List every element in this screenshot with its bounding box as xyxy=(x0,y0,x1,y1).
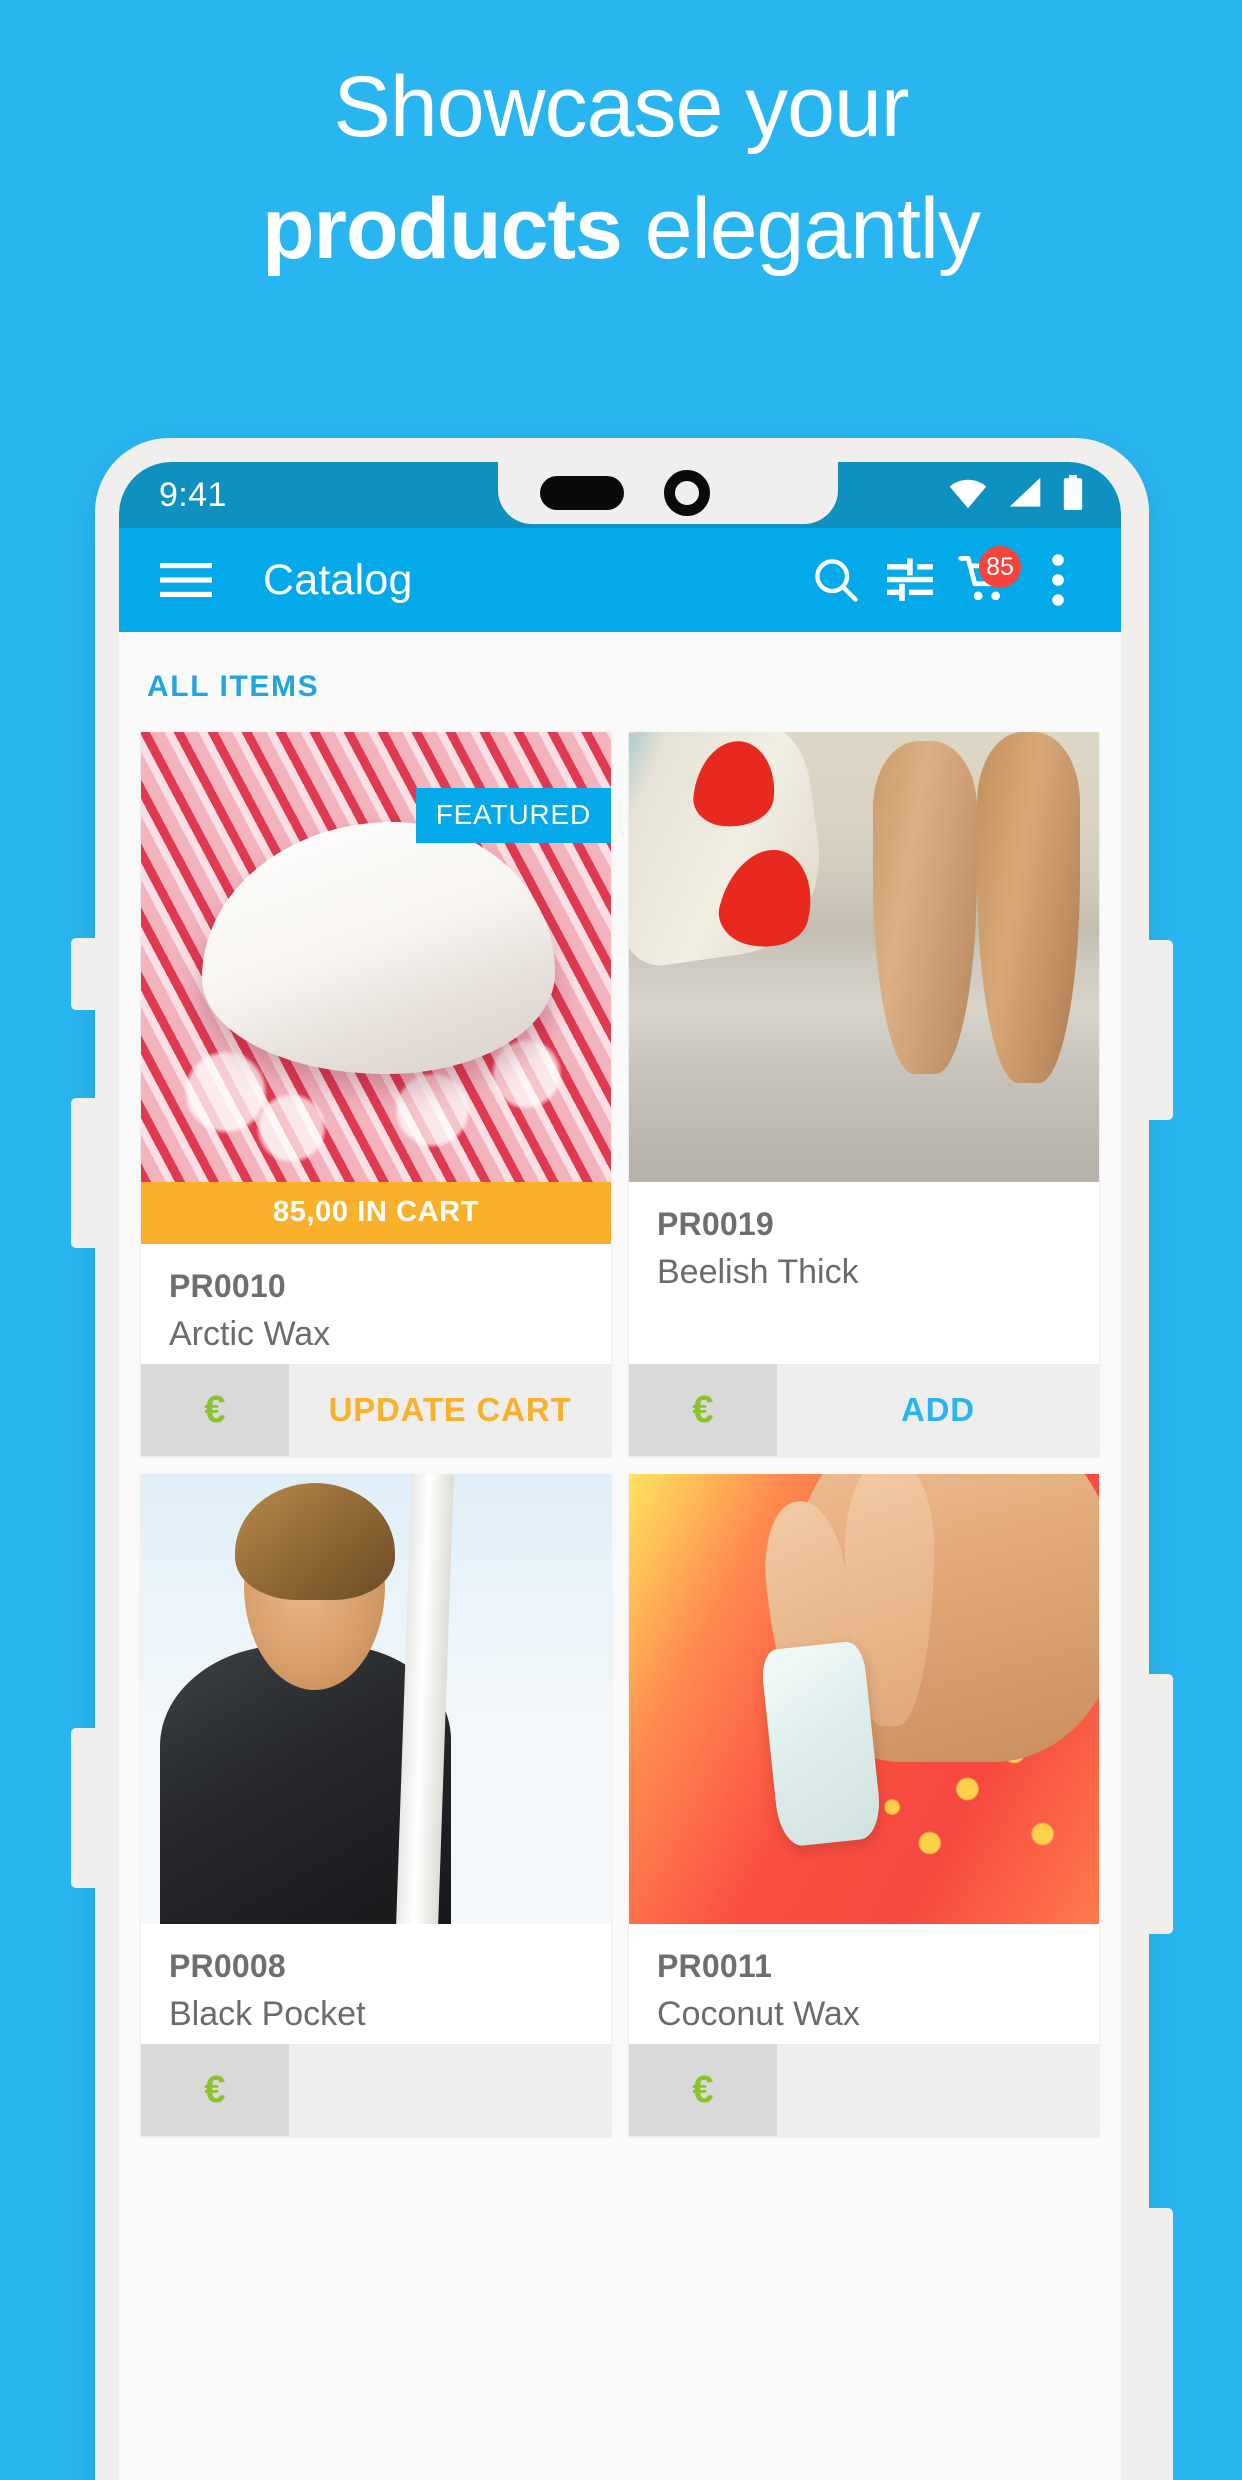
in-cart-banner: 85,00 IN CART xyxy=(141,1182,611,1244)
earpiece-speaker-icon xyxy=(540,476,624,510)
wax-bar-shape xyxy=(759,1640,884,1848)
shopping-cart-icon[interactable]: 85 xyxy=(947,543,1021,617)
product-thumbnail-image xyxy=(629,732,1099,1182)
page-title: Catalog xyxy=(263,555,413,604)
product-image-container[interactable] xyxy=(629,1474,1099,1924)
catalog-content: ALL ITEMS FEATURED 85,00 IN CART PR0010 … xyxy=(119,632,1121,2480)
product-image-container[interactable] xyxy=(141,1474,611,1924)
phone-side-button-left-1 xyxy=(71,938,99,1010)
overflow-menu-icon[interactable] xyxy=(1021,543,1095,617)
phone-side-button-left-3 xyxy=(71,1728,99,1888)
cart-count-badge: 85 xyxy=(979,546,1021,588)
add-to-cart-button[interactable] xyxy=(777,2044,1099,2136)
add-to-cart-button[interactable]: ADD xyxy=(777,1364,1099,1456)
phone-side-button-right-2 xyxy=(1145,1674,1173,1934)
product-grid: FEATURED 85,00 IN CART PR0010 Arctic Wax… xyxy=(119,732,1121,2136)
product-code: PR0019 xyxy=(657,1206,774,1242)
promo-headline: Showcase your products elegantly xyxy=(0,46,1242,290)
status-bar-clock: 9:41 xyxy=(159,475,227,514)
product-actions: € xyxy=(141,2044,611,2136)
price-currency-button[interactable]: € xyxy=(141,2044,289,2136)
product-card[interactable]: PR0008 Black Pocket € xyxy=(141,1474,611,2136)
add-to-cart-button[interactable] xyxy=(289,2044,611,2136)
front-camera-icon xyxy=(664,470,710,516)
display-notch xyxy=(498,462,838,524)
hamburger-menu-icon[interactable] xyxy=(149,543,223,617)
status-bar: 9:41 xyxy=(119,462,1121,528)
phone-side-button-left-2 xyxy=(71,1098,99,1248)
price-currency-button[interactable]: € xyxy=(629,1364,777,1456)
product-info: PR0019 Beelish Thick xyxy=(629,1182,1099,1364)
product-code: PR0010 xyxy=(169,1268,286,1304)
surfer-hair-shape xyxy=(235,1483,395,1600)
product-actions: € xyxy=(629,2044,1099,2136)
product-actions: € ADD xyxy=(629,1364,1099,1456)
headline-line-1: Showcase your xyxy=(333,59,910,155)
tune-filter-icon[interactable] xyxy=(873,543,947,617)
headline-line-2: products elegantly xyxy=(0,168,1242,290)
price-currency-button[interactable]: € xyxy=(141,1364,289,1456)
product-info: PR0011 Coconut Wax xyxy=(629,1924,1099,2044)
headline-bold-word: products xyxy=(261,181,623,278)
product-actions: € UPDATE CART xyxy=(141,1364,611,1456)
product-thumbnail-image xyxy=(629,1474,1099,1924)
section-header-all-items: ALL ITEMS xyxy=(147,670,320,703)
battery-icon xyxy=(1061,474,1085,516)
phone-mockup: 9:41 Catalog 85 ALL ITEMS FEATURED 85,00… xyxy=(68,438,1176,2480)
search-icon[interactable] xyxy=(799,543,873,617)
product-name: Arctic Wax xyxy=(169,1315,331,1353)
product-name: Black Pocket xyxy=(169,1995,366,2033)
signal-icon xyxy=(1006,476,1044,515)
status-bar-icons xyxy=(947,474,1085,516)
surfboard-edge-shape xyxy=(396,1474,455,1924)
product-info: PR0010 Arctic Wax xyxy=(141,1244,611,1364)
product-name: Beelish Thick xyxy=(657,1253,859,1291)
product-info: PR0008 Black Pocket xyxy=(141,1924,611,2044)
product-card[interactable]: PR0011 Coconut Wax € xyxy=(629,1474,1099,2136)
price-currency-button[interactable]: € xyxy=(629,2044,777,2136)
app-bar: Catalog 85 xyxy=(119,528,1121,632)
product-image-container[interactable] xyxy=(629,732,1099,1182)
product-card[interactable]: PR0019 Beelish Thick € ADD xyxy=(629,732,1099,1456)
phone-screen: 9:41 Catalog 85 ALL ITEMS FEATURED 85,00… xyxy=(119,462,1121,2480)
product-code: PR0011 xyxy=(657,1948,773,1984)
phone-side-button-right-1 xyxy=(1145,940,1173,1120)
update-cart-button[interactable]: UPDATE CART xyxy=(289,1364,611,1456)
phone-side-button-right-3 xyxy=(1145,2208,1173,2480)
product-name: Coconut Wax xyxy=(657,1995,860,2033)
featured-badge: FEATURED xyxy=(415,788,611,843)
product-image-container[interactable]: FEATURED xyxy=(141,732,611,1182)
wifi-icon xyxy=(947,476,989,515)
product-code: PR0008 xyxy=(169,1948,286,1984)
product-card[interactable]: FEATURED 85,00 IN CART PR0010 Arctic Wax… xyxy=(141,732,611,1456)
product-thumbnail-image xyxy=(141,1474,611,1924)
headline-rest-word: elegantly xyxy=(621,181,981,278)
